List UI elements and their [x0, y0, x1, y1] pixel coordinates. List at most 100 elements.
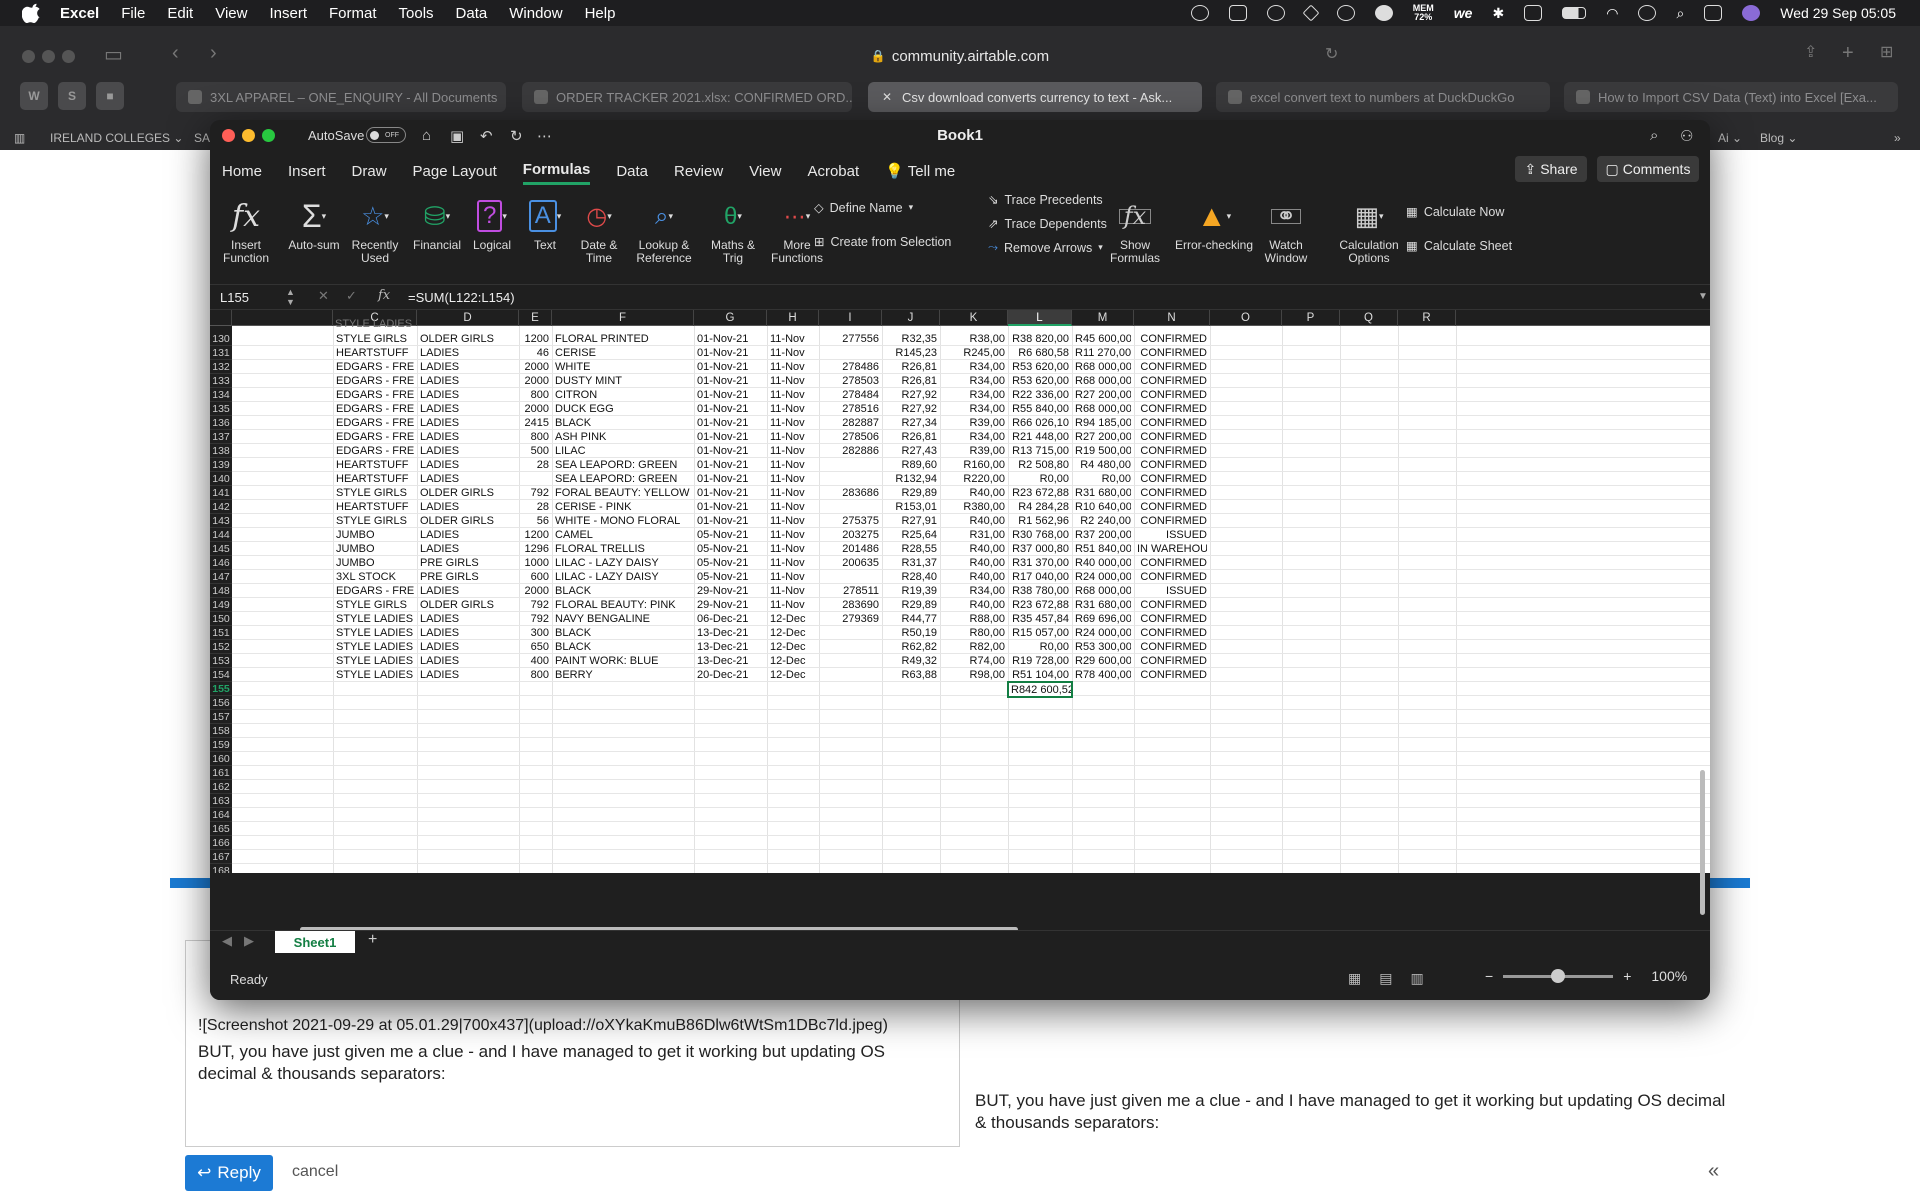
table-cell[interactable]: 01-Nov-21: [697, 360, 764, 374]
table-cell[interactable]: 1296: [522, 542, 549, 556]
table-cell[interactable]: R51 840,00: [1075, 542, 1131, 556]
menu-app-name[interactable]: Excel: [60, 5, 99, 22]
row-header[interactable]: 162: [210, 780, 232, 794]
table-cell[interactable]: STYLE LADIES: [336, 612, 414, 626]
table-cell[interactable]: R68 000,00: [1075, 374, 1131, 388]
table-cell[interactable]: 2000: [522, 402, 549, 416]
autosum-button[interactable]: Σ ▾ Auto-sum: [286, 196, 342, 252]
table-cell[interactable]: 11-Nov: [770, 388, 816, 402]
row-header[interactable]: 131: [210, 346, 232, 360]
table-cell[interactable]: 06-Dec-21: [697, 612, 764, 626]
table-cell[interactable]: HEARTSTUFF: [336, 472, 414, 486]
table-cell[interactable]: CONFIRMED: [1137, 626, 1207, 640]
table-cell[interactable]: 11-Nov: [770, 458, 816, 472]
tab-formulas[interactable]: Formulas: [522, 157, 591, 185]
table-cell[interactable]: LADIES: [420, 528, 516, 542]
table-cell[interactable]: R19,39: [885, 584, 937, 598]
table-cell[interactable]: STYLE GIRLS: [336, 598, 414, 612]
table-cell[interactable]: R38 820,00: [1011, 332, 1069, 346]
next-sheet-icon[interactable]: ▶: [244, 933, 254, 949]
column-header-j[interactable]: J: [882, 310, 940, 326]
table-cell[interactable]: 05-Nov-21: [697, 542, 764, 556]
shield-icon[interactable]: [1228, 5, 1247, 21]
table-cell[interactable]: R26,81: [885, 430, 937, 444]
table-cell[interactable]: R53 300,00: [1075, 640, 1131, 654]
table-cell[interactable]: 01-Nov-21: [697, 416, 764, 430]
table-cell[interactable]: JUMBO: [336, 542, 414, 556]
table-cell[interactable]: LADIES: [420, 416, 516, 430]
table-cell[interactable]: R25,64: [885, 528, 937, 542]
column-header-q[interactable]: Q: [1340, 310, 1398, 326]
row-header[interactable]: 166: [210, 836, 232, 850]
table-cell[interactable]: CONFIRMED: [1137, 668, 1207, 682]
sidebar-toggle-icon[interactable]: ▭: [104, 42, 123, 67]
table-cell[interactable]: R38 780,00: [1011, 584, 1069, 598]
table-cell[interactable]: 275375: [822, 514, 879, 528]
table-cell[interactable]: 12-Dec: [770, 612, 816, 626]
row-header[interactable]: 164: [210, 808, 232, 822]
table-cell[interactable]: 11-Nov: [770, 402, 816, 416]
table-cell[interactable]: R15 057,00: [1011, 626, 1069, 640]
table-cell[interactable]: CONFIRMED: [1137, 640, 1207, 654]
lookup-reference-button[interactable]: ⌕ ▾ Lookup & Reference: [630, 196, 698, 265]
table-cell[interactable]: CONFIRMED: [1137, 486, 1207, 500]
table-cell[interactable]: 3XL STOCK: [336, 570, 414, 584]
table-cell[interactable]: 792: [522, 612, 549, 626]
table-cell[interactable]: FLORAL TRELLIS: [555, 542, 691, 556]
menu-tools[interactable]: Tools: [399, 5, 434, 22]
table-cell[interactable]: R27,92: [885, 388, 937, 402]
reload-icon[interactable]: ↻: [1325, 44, 1338, 64]
table-cell[interactable]: 01-Nov-21: [697, 500, 764, 514]
table-cell[interactable]: R23 672,88: [1011, 598, 1069, 612]
table-cell[interactable]: 12-Dec: [770, 654, 816, 668]
row-header[interactable]: 146: [210, 556, 232, 570]
table-cell[interactable]: CONFIRMED: [1137, 556, 1207, 570]
tab-home[interactable]: Home: [222, 159, 262, 184]
table-cell[interactable]: BLACK: [555, 416, 691, 430]
column-header-r[interactable]: R: [1398, 310, 1456, 326]
more-commands-icon[interactable]: ⋯: [537, 127, 552, 145]
new-tab-icon[interactable]: +: [1842, 42, 1854, 65]
table-cell[interactable]: LADIES: [420, 472, 516, 486]
financial-button[interactable]: ⛁ ▾ Financial: [410, 196, 464, 252]
save-icon[interactable]: ▣: [450, 127, 464, 145]
table-cell[interactable]: R31 370,00: [1011, 556, 1069, 570]
table-cell[interactable]: R24 000,00: [1075, 626, 1131, 640]
reply-button[interactable]: ↩ Reply: [185, 1155, 273, 1191]
table-cell[interactable]: 01-Nov-21: [697, 402, 764, 416]
table-cell[interactable]: R13 715,00: [1011, 444, 1069, 458]
table-cell[interactable]: 20-Dec-21: [697, 668, 764, 682]
table-cell[interactable]: R40,00: [943, 556, 1005, 570]
table-cell[interactable]: LADIES: [420, 626, 516, 640]
table-cell[interactable]: R27,91: [885, 514, 937, 528]
back-icon[interactable]: ‹: [172, 42, 179, 65]
table-cell[interactable]: R0,00: [1075, 472, 1131, 486]
column-header-n[interactable]: N: [1134, 310, 1210, 326]
zoom-slider-knob[interactable]: [1551, 968, 1566, 983]
table-cell[interactable]: CITRON: [555, 388, 691, 402]
table-cell[interactable]: SEA LEAPORD: GREEN: [555, 472, 691, 486]
table-cell[interactable]: R80,00: [943, 626, 1005, 640]
table-cell[interactable]: 11-Nov: [770, 570, 816, 584]
add-sheet-icon[interactable]: +: [368, 931, 377, 949]
table-cell[interactable]: LADIES: [420, 500, 516, 514]
table-cell[interactable]: R26,81: [885, 374, 937, 388]
page-layout-view-icon[interactable]: ▤: [1379, 970, 1392, 987]
table-cell[interactable]: 13-Dec-21: [697, 626, 764, 640]
table-cell[interactable]: R31 680,00: [1075, 598, 1131, 612]
table-cell[interactable]: R39,00: [943, 416, 1005, 430]
table-cell[interactable]: 300: [522, 626, 549, 640]
wifi-icon[interactable]: ◠: [1606, 5, 1618, 22]
clock-icon[interactable]: [1638, 5, 1657, 21]
row-header[interactable]: 165: [210, 822, 232, 836]
table-cell[interactable]: R49,32: [885, 654, 937, 668]
table-cell[interactable]: PRE GIRLS: [420, 570, 516, 584]
row-header[interactable]: 136: [210, 416, 232, 430]
table-cell[interactable]: 800: [522, 668, 549, 682]
tab-draw[interactable]: Draw: [352, 159, 387, 184]
table-cell[interactable]: LADIES: [420, 346, 516, 360]
table-cell[interactable]: 12-Dec: [770, 640, 816, 654]
table-cell[interactable]: R34,00: [943, 402, 1005, 416]
table-cell[interactable]: 01-Nov-21: [697, 346, 764, 360]
table-cell[interactable]: 11-Nov: [770, 444, 816, 458]
